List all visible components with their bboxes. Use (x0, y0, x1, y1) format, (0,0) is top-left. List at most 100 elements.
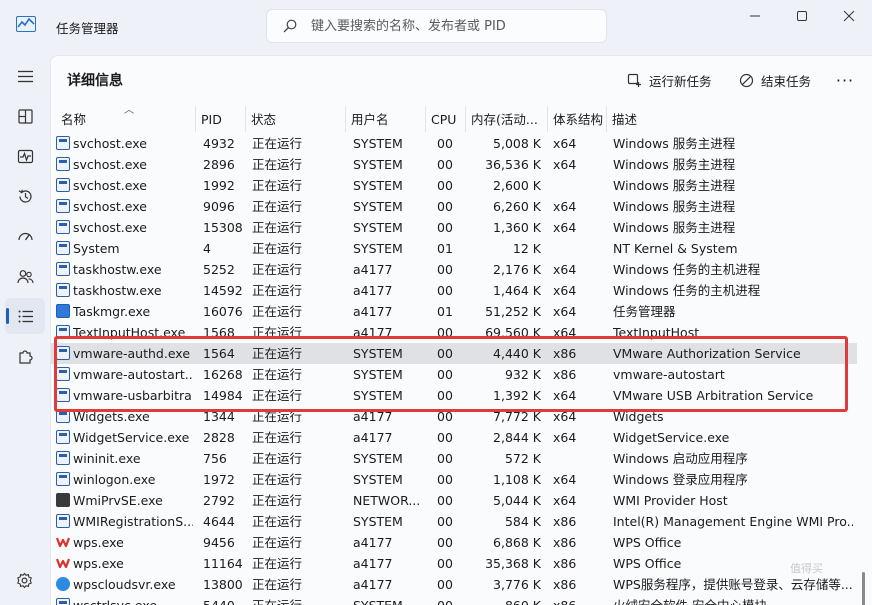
cell-arch: x64 (553, 157, 577, 172)
cell-name: winlogon.exe (73, 472, 156, 487)
cell-status: 正在运行 (252, 595, 342, 605)
cell-cpu: 00 (437, 556, 453, 571)
cell-arch: x64 (553, 262, 577, 277)
window-app-icon (56, 430, 70, 444)
column-header-pid[interactable]: PID (196, 106, 246, 132)
table-row[interactable]: taskhostw.exe 5252 正在运行 a4177 00 2,176 K x64 Wi… (51, 259, 857, 280)
column-header-description[interactable]: 描述 (607, 106, 857, 132)
cell-arch: x64 (553, 325, 577, 340)
cell-user: a4177 (353, 556, 393, 571)
table-row[interactable]: TextInputHost.exe 1568 正在运行 a4177 00 69,560 K… (51, 322, 857, 343)
cell-arch: x64 (553, 388, 577, 403)
table-row[interactable]: WMIRegistrationS... 4644 正在运行 SYSTEM 00 584 K… (51, 511, 857, 532)
table-row[interactable]: taskhostw.exe 14592 正在运行 a4177 00 1,464 K x64 W… (51, 280, 857, 301)
column-header-cpu[interactable]: CPU (426, 106, 466, 132)
cell-desc: Windows 服务主进程 (613, 157, 736, 172)
settings-gear-icon[interactable] (16, 572, 33, 589)
cell-pid: 11164 (203, 556, 243, 571)
cell-user: SYSTEM (353, 388, 403, 403)
sidebar (0, 52, 50, 605)
table-row[interactable]: svchost.exe 4932 正在运行 SYSTEM 00 5,008 K x64 Win… (51, 133, 857, 154)
column-header-memory[interactable]: 内存(活动... (466, 106, 548, 132)
cell-pid: 5440 (203, 595, 248, 605)
table-row[interactable]: wps.exe 11164 正在运行 a4177 00 35,368 Kx86 WPS Of… (51, 553, 857, 574)
cell-desc: Windows 服务主进程 (613, 136, 736, 151)
sidebar-item-services[interactable] (5, 338, 45, 374)
end-task-button[interactable]: 结束任务 (739, 66, 811, 94)
table-row[interactable]: vmware-autostart.... 16268 正在运行 SYSTEM 00 932… (51, 364, 857, 385)
table-row[interactable]: vmware-authd.exe 1564 正在运行 SYSTEM 00 4,440 K x… (51, 343, 857, 364)
window-app-icon (56, 598, 70, 605)
cell-user: SYSTEM (353, 241, 403, 256)
sidebar-item-details[interactable] (5, 298, 45, 334)
table-row[interactable]: System 4 正在运行 SYSTEM 01 12 K NT Kernel & Syste… (51, 238, 857, 259)
vertical-scrollbar[interactable] (862, 572, 865, 605)
table-row[interactable]: Widgets.exe 1344 正在运行 a4177 00 7,772 K x64 Widg… (51, 406, 857, 427)
sidebar-item-processes[interactable] (5, 98, 45, 134)
table-row[interactable]: wsctrlsvc.exe 5440 正在运行 SYSTEM 00860 K x86 火绒安… (51, 595, 857, 605)
table-row[interactable]: svchost.exe 15308 正在运行 SYSTEM 00 1,360 K x64 Wi… (51, 217, 857, 238)
cell-arch: x86 (553, 514, 577, 529)
speedometer-icon (17, 232, 33, 240)
column-header-architecture[interactable]: 体系结构 (548, 106, 607, 132)
more-options-button[interactable]: ··· (831, 66, 859, 94)
sidebar-menu-toggle[interactable] (5, 58, 45, 94)
table-row[interactable]: WmiPrvSE.exe 2792 正在运行 NETWOR... 00 5,044 K x6… (51, 490, 857, 511)
table-row[interactable]: svchost.exe 2896 正在运行 SYSTEM 00 36,536 K x64 Wi… (51, 154, 857, 175)
search-input[interactable] (311, 16, 596, 36)
window-title: 任务管理器 (56, 21, 119, 36)
table-row[interactable]: wpscloudsvr.exe 13800 正在运行 a4177 00 3,776 K x8… (51, 574, 857, 595)
run-new-task-button[interactable]: 运行新任务 (627, 66, 712, 94)
table-row[interactable]: vmware-usbarbitra... 14984 正在运行 SYSTEM 00 1,3… (51, 385, 857, 406)
cell-cpu: 00 (437, 409, 453, 424)
cell-pid: 756 (203, 451, 227, 466)
wps-icon (55, 556, 71, 570)
maximize-icon (797, 11, 807, 21)
column-header-status[interactable]: 状态 (246, 106, 346, 132)
cell-arch: x64 (553, 304, 577, 319)
table-row[interactable]: svchost.exe 9096 正在运行 SYSTEM 00 6,260 K x64 Win… (51, 196, 857, 217)
table-row[interactable]: WidgetService.exe 2828 正在运行 a4177 00 2,844 K x… (51, 427, 857, 448)
table-row[interactable]: wps.exe 9456 正在运行 a4177 00 6,868 K x86 WPS Offi… (51, 532, 857, 553)
performance-icon (17, 149, 33, 163)
sidebar-item-users[interactable] (5, 258, 45, 294)
cell-arch: x86 (553, 367, 577, 382)
cell-pid: 1344 (203, 409, 235, 424)
minimize-button[interactable] (732, 0, 778, 32)
table-row[interactable]: svchost.exe 1992 正在运行 SYSTEM 00 2,600 K Window… (51, 175, 857, 196)
close-button[interactable] (826, 0, 872, 32)
table-row[interactable]: Taskmgr.exe 16076 正在运行 a4177 01 51,252 K x64 任务… (51, 301, 857, 322)
cell-status: 正在运行 (252, 220, 303, 235)
cell-status: 正在运行 (252, 577, 303, 592)
cell-mem: 2,844 K (493, 430, 541, 445)
cell-status: 正在运行 (252, 514, 303, 529)
column-header-username[interactable]: 用户名 (346, 106, 426, 132)
close-icon (843, 10, 855, 22)
cell-name: taskhostw.exe (73, 283, 162, 298)
maximize-button[interactable] (779, 0, 825, 32)
window-app-icon (56, 157, 70, 171)
cell-pid: 2792 (203, 493, 235, 508)
sidebar-item-app-history[interactable] (5, 178, 45, 214)
cell-cpu: 00 (437, 220, 453, 235)
cell-cpu: 00 (437, 472, 453, 487)
cell-status: 正在运行 (252, 178, 303, 193)
table-row[interactable]: wininit.exe 756 正在运行 SYSTEM 00 572 K Windows 启… (51, 448, 857, 469)
minimize-icon (750, 15, 760, 17)
cell-user: SYSTEM (353, 178, 403, 193)
cell-cpu: 00 (437, 199, 453, 214)
search-box[interactable] (266, 9, 607, 43)
cell-mem: 1,392 K (493, 388, 541, 403)
cell-desc: 任务管理器 (613, 304, 676, 319)
cell-desc: Widgets (613, 409, 664, 424)
cell-cpu: 00 (437, 283, 453, 298)
table-row[interactable]: winlogon.exe 1972 正在运行 SYSTEM 00 1,108 K x64 Wi… (51, 469, 857, 490)
cell-cpu: 00 (437, 157, 453, 172)
cell-desc: Windows 服务主进程 (613, 178, 736, 193)
column-header-name[interactable]: 名称 ︿ (56, 106, 196, 132)
cell-arch: x86 (553, 535, 577, 550)
sort-up-icon: ︿ (124, 106, 134, 116)
sidebar-item-performance[interactable] (5, 138, 45, 174)
window-app-icon (56, 283, 70, 297)
sidebar-item-startup[interactable] (5, 218, 45, 254)
